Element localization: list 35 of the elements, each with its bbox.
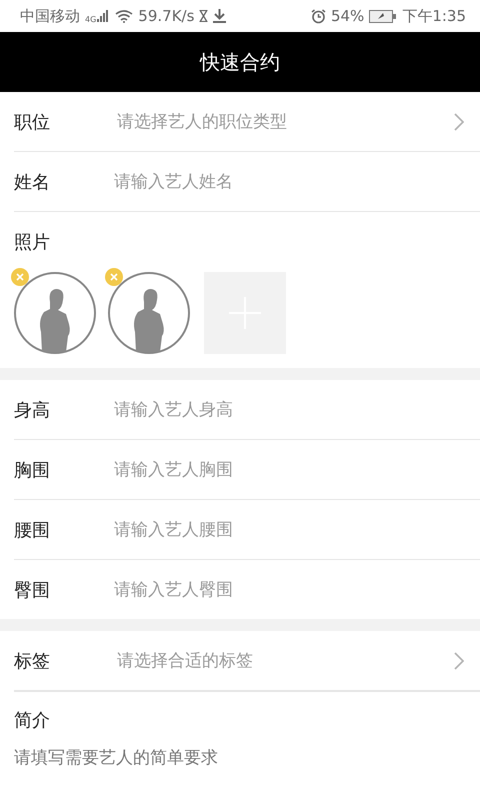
field-label: 胸围 [14, 458, 51, 482]
field-label: 照片 [14, 231, 51, 254]
field-label: 简介 [14, 709, 51, 732]
input-field[interactable]: 请输入艺人腰围 [114, 518, 464, 541]
avatar-icon [108, 272, 190, 354]
battery-icon [369, 10, 398, 22]
select-field[interactable]: 请选择合适的标签 [114, 649, 454, 672]
avatar-icon [14, 272, 96, 354]
remove-icon[interactable] [105, 268, 123, 286]
field-label: 身高 [14, 398, 51, 422]
textarea-field[interactable]: 请填写需要艺人的简单要求 [14, 746, 480, 769]
alarm-icon [310, 8, 326, 24]
network-type: 4G [85, 14, 96, 24]
signal-icon [97, 10, 110, 22]
field-label: 臀围 [14, 578, 51, 602]
field-label: 职位 [14, 110, 51, 134]
battery-percent: 54% [330, 7, 364, 25]
download-icon [213, 9, 226, 23]
field-label: 腰围 [14, 518, 51, 542]
remove-icon[interactable] [11, 268, 29, 286]
network-speed: 59.7K/s [138, 7, 194, 25]
input-field[interactable]: 请输入艺人身高 [114, 398, 464, 421]
field-label: 姓名 [14, 170, 51, 194]
chevron-right-icon [454, 652, 464, 670]
input-field[interactable]: 请输入艺人姓名 [114, 170, 464, 193]
hourglass-icon [199, 10, 208, 22]
select-field[interactable]: 请选择艺人的职位类型 [114, 110, 454, 133]
carrier-name: 中国移动 [20, 6, 80, 26]
field-label: 标签 [14, 650, 51, 672]
input-field[interactable]: 请输入艺人臀围 [114, 578, 464, 601]
page-title: 快速合约 [200, 48, 280, 76]
clock-time: 下午1:35 [402, 6, 466, 26]
chevron-right-icon [454, 112, 464, 130]
input-field[interactable]: 请输入艺人胸围 [114, 458, 464, 481]
wifi-icon [115, 10, 134, 22]
